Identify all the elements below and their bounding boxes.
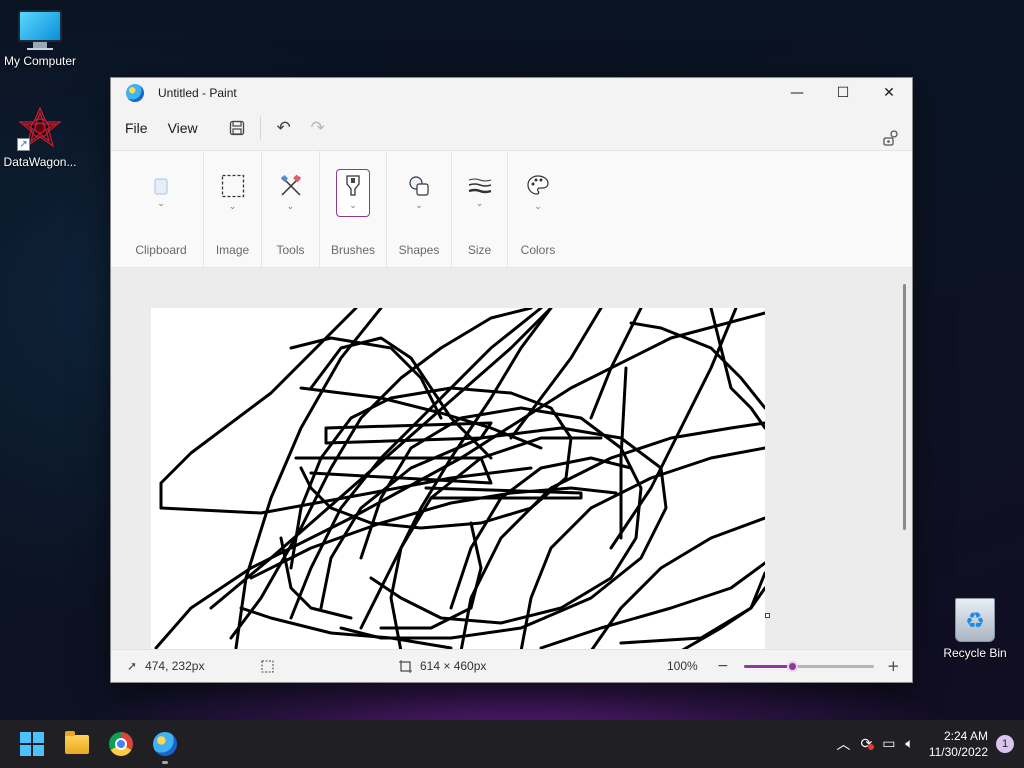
paint-icon <box>153 732 177 756</box>
brush-icon: ⌄ <box>336 169 370 217</box>
ribbon-group-label: Brushes <box>330 243 376 257</box>
active-indicator <box>162 761 168 764</box>
system-tray: ︿ ⟳ ▭ 🔈︎ 2:24 AM 11/30/2022 1 <box>831 720 1024 768</box>
computer-icon <box>18 10 62 50</box>
chevron-down-icon: ⌄ <box>286 202 295 212</box>
ribbon-group-colors[interactable]: ⌄ Colors <box>508 151 568 267</box>
menu-bar: File View ↶ ↷ <box>111 108 912 148</box>
taskbar-paint[interactable] <box>149 728 181 764</box>
save-icon[interactable] <box>220 113 254 143</box>
canvas-area[interactable] <box>111 268 912 651</box>
ribbon-group-image[interactable]: ⌄ Image <box>204 151 262 267</box>
zoom-out-button[interactable]: − <box>717 658 729 674</box>
canvas-size: 614 × 460px <box>420 659 487 673</box>
shortcut-arrow-icon: ↗ <box>17 138 30 151</box>
zoom-slider[interactable] <box>744 661 874 672</box>
chevron-down-icon: ⌄ <box>415 201 423 211</box>
desktop-icon-my-computer[interactable]: My Computer <box>0 10 80 68</box>
recycle-bin-icon <box>955 598 995 642</box>
desktop-icon-label: Recycle Bin <box>943 646 1007 660</box>
paint-window: Untitled - Paint — ☐ ✕ File View ↶ ↷ ⌄ C… <box>110 77 913 683</box>
drawing-canvas[interactable] <box>151 306 767 651</box>
ribbon-group-label: Image <box>215 243 250 257</box>
ribbon-group-brushes[interactable]: ⌄ Brushes <box>320 151 387 267</box>
zoom-in-button[interactable]: + <box>887 657 900 675</box>
chevron-down-icon: ⌄ <box>157 199 165 209</box>
sync-icon[interactable]: ⟳ <box>860 736 875 752</box>
divider <box>259 116 261 140</box>
redo-icon[interactable]: ↷ <box>301 113 335 143</box>
status-bar: ➚ 474, 232px 614 × 460px 100% − + <box>111 649 912 682</box>
title-bar[interactable]: Untitled - Paint — ☐ ✕ <box>111 78 912 108</box>
chevron-up-icon[interactable]: ︿ <box>836 734 850 754</box>
chevron-down-icon: ⌄ <box>475 199 484 209</box>
clock[interactable]: 2:24 AM 11/30/2022 <box>929 728 988 760</box>
taskbar-file-explorer[interactable] <box>61 728 93 760</box>
paint-app-icon <box>126 84 144 102</box>
ribbon-group-label: Clipboard <box>135 243 187 257</box>
menu-file[interactable]: File <box>115 120 158 136</box>
maximize-button[interactable]: ☐ <box>820 78 866 108</box>
ribbon-group-size[interactable]: ⌄ Size <box>452 151 508 267</box>
ribbon-group-clipboard[interactable]: ⌄ Clipboard <box>119 151 204 267</box>
close-button[interactable]: ✕ <box>866 78 912 108</box>
ribbon-group-label: Tools <box>276 243 305 257</box>
canvas-resize-handle[interactable] <box>765 613 770 618</box>
tools-icon: ⌄ <box>274 173 308 213</box>
clock-time: 2:24 AM <box>943 729 988 743</box>
desktop-icon-datawagon[interactable]: ↗ DataWagon... <box>0 105 80 169</box>
desktop-icon-label: DataWagon... <box>3 155 77 169</box>
canvas-size-icon <box>399 659 412 673</box>
vertical-scrollbar[interactable] <box>903 284 906 530</box>
volume-icon[interactable]: 🔈︎ <box>905 736 913 752</box>
file-explorer-icon <box>65 730 89 754</box>
undo-icon[interactable]: ↶ <box>267 113 301 143</box>
zoom-slider-thumb[interactable] <box>787 661 799 672</box>
shapes-icon: ⌄ <box>402 173 436 213</box>
palette-icon: ⌄ <box>521 173 555 213</box>
ribbon: ⌄ Clipboard ⌄ Image ⌄ Tools ⌄ Brushes ⌄ … <box>111 150 912 268</box>
network-icon[interactable]: ▭ <box>882 736 895 752</box>
zoom-level: 100% <box>667 659 698 673</box>
chrome-icon <box>109 732 133 756</box>
ribbon-group-tools[interactable]: ⌄ Tools <box>262 151 320 267</box>
desktop-icon-label: My Computer <box>3 54 77 68</box>
selection-size-icon <box>261 660 274 672</box>
scribble-drawing <box>154 306 767 651</box>
chevron-down-icon: ⌄ <box>228 202 237 212</box>
start-icon <box>20 732 44 756</box>
chevron-down-icon: ⌄ <box>349 201 357 211</box>
clock-date: 11/30/2022 <box>928 745 988 759</box>
minimize-button[interactable]: — <box>774 78 820 108</box>
chevron-down-icon: ⌄ <box>534 202 542 212</box>
size-icon: ⌄ <box>463 173 497 213</box>
desktop-icon-recycle-bin[interactable]: Recycle Bin <box>935 598 1015 660</box>
taskbar: ︿ ⟳ ▭ 🔈︎ 2:24 AM 11/30/2022 1 <box>0 720 1024 768</box>
zoom-slider-fill <box>744 665 794 668</box>
menu-view[interactable]: View <box>158 120 208 136</box>
datawagon-icon: ↗ <box>17 105 63 151</box>
ribbon-group-shapes[interactable]: ⌄ Shapes <box>387 151 452 267</box>
ribbon-group-label: Shapes <box>398 243 440 257</box>
ribbon-group-label: Size <box>467 243 492 257</box>
window-title: Untitled - Paint <box>158 86 237 100</box>
notification-badge[interactable]: 1 <box>996 735 1014 753</box>
taskbar-chrome[interactable] <box>105 728 137 760</box>
ribbon-group-label: Colors <box>520 243 556 257</box>
select-rectangle-icon: ⌄ <box>216 173 250 213</box>
cursor-pointer-icon: ➚ <box>127 659 138 673</box>
start-button[interactable] <box>16 728 48 760</box>
clipboard-icon: ⌄ <box>144 173 178 213</box>
cursor-position: 474, 232px <box>145 659 205 673</box>
